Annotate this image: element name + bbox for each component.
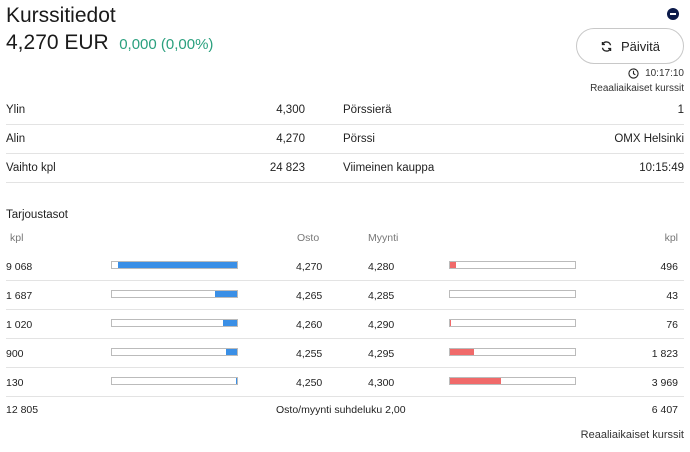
update-time: 10:17:10 (628, 68, 684, 79)
info-value: 24 823 (269, 162, 305, 174)
info-label: Vaihto kpl (6, 162, 56, 174)
ratio-label: Osto/myynti suhdeluku 2,00 (276, 404, 406, 416)
buy-qty: 9 068 (6, 261, 33, 273)
sell-volume-fill (450, 349, 474, 355)
buy-volume-bar (111, 319, 238, 327)
sell-volume-bar (449, 348, 576, 356)
sell-qty: 43 (666, 290, 678, 302)
buy-volume-fill (223, 320, 237, 326)
sell-volume-fill (450, 320, 452, 326)
sell-price: 4,295 (368, 348, 395, 360)
header-buy-qty: kpl (10, 232, 24, 244)
info-label: Viimeinen kauppa (343, 162, 435, 174)
buy-volume-fill (235, 378, 237, 384)
buy-volume-fill (214, 291, 237, 297)
buy-price: 4,260 (296, 319, 323, 331)
sell-volume-bar (449, 377, 576, 385)
info-label: Alin (6, 133, 26, 145)
orderbook-table: 9 068 4,270 4,280 496 1 687 4,265 4,285 43 1 020… (6, 252, 684, 397)
sell-qty: 3 969 (651, 377, 678, 389)
sell-price: 4,290 (368, 319, 395, 331)
update-time-value: 10:17:10 (645, 68, 684, 79)
price-change: 0,000 (0,00%) (119, 36, 214, 53)
refresh-label: Päivitä (620, 38, 661, 54)
last-price: 4,270 EUR (6, 31, 109, 54)
orderbook-header: kpl Osto Myynti kpl (6, 232, 684, 246)
sell-qty: 76 (666, 319, 678, 331)
buy-volume-fill (118, 262, 237, 268)
price-line: 4,270 EUR 0,000 (0,00%) (6, 31, 213, 55)
header-sell-qty: kpl (664, 232, 678, 244)
orderbook-row: 900 4,255 4,295 1 823 (6, 339, 684, 368)
info-row: Vaihto kpl 24 823 Viimeinen kauppa 10:15… (6, 154, 684, 183)
buy-volume-bar (111, 290, 238, 298)
realtime-footer-label: Reaaliaikaiset kurssit (580, 429, 684, 441)
info-value: OMX Helsinki (614, 133, 684, 145)
buy-volume-fill (225, 349, 237, 355)
buy-qty: 900 (6, 348, 24, 360)
info-value: 4,300 (276, 104, 305, 116)
buy-qty: 130 (6, 377, 24, 389)
header-buy-price: Osto (297, 232, 320, 244)
sell-price: 4,285 (368, 290, 395, 302)
refresh-button[interactable]: Päivitä (576, 28, 684, 64)
realtime-label: Reaaliaikaiset kurssit (590, 83, 684, 94)
buy-qty: 1 020 (6, 319, 33, 331)
sell-total: 6 407 (651, 404, 678, 416)
info-value: 10:15:49 (639, 162, 684, 174)
orderbook-row: 1 687 4,265 4,285 43 (6, 281, 684, 310)
buy-price: 4,255 (296, 348, 323, 360)
refresh-icon (601, 40, 612, 52)
header-sell-price: Myynti (368, 232, 399, 244)
info-label: Pörssi (343, 133, 375, 145)
orderbook-row: 130 4,250 4,300 3 969 (6, 368, 684, 397)
buy-total: 12 805 (6, 404, 39, 416)
buy-price: 4,270 (296, 261, 323, 273)
buy-qty: 1 687 (6, 290, 33, 302)
orderbook-row: 9 068 4,270 4,280 496 (6, 252, 684, 281)
page-title: Kurssitiedot (6, 4, 116, 27)
buy-price: 4,250 (296, 377, 323, 389)
sell-price: 4,300 (368, 377, 395, 389)
sell-volume-bar (449, 261, 576, 269)
sell-volume-bar (449, 290, 576, 298)
sell-qty: 1 823 (651, 348, 678, 360)
sell-volume-fill (450, 262, 457, 268)
info-value: 4,270 (276, 133, 305, 145)
minus-circle-icon[interactable] (667, 8, 679, 20)
buy-volume-bar (111, 261, 238, 269)
info-label: Ylin (6, 104, 26, 116)
info-table: Ylin 4,300 Pörssierä 1 Alin 4,270 Pörssi… (6, 96, 684, 183)
sell-price: 4,280 (368, 261, 395, 273)
sell-volume-fill (450, 378, 502, 384)
buy-price: 4,265 (296, 290, 323, 302)
orderbook-row: 1 020 4,260 4,290 76 (6, 310, 684, 339)
info-row: Ylin 4,300 Pörssierä 1 (6, 96, 684, 125)
clock-icon (628, 68, 639, 79)
info-value: 1 (677, 104, 684, 116)
info-row: Alin 4,270 Pörssi OMX Helsinki (6, 125, 684, 154)
buy-volume-bar (111, 348, 238, 356)
sell-qty: 496 (660, 261, 678, 273)
sell-volume-bar (449, 319, 576, 327)
buy-volume-bar (111, 377, 238, 385)
info-label: Pörssierä (343, 104, 392, 116)
orderbook-footer: 12 805 Osto/myynti suhdeluku 2,00 6 407 (6, 404, 684, 420)
orderbook-title: Tarjoustasot (6, 209, 69, 221)
